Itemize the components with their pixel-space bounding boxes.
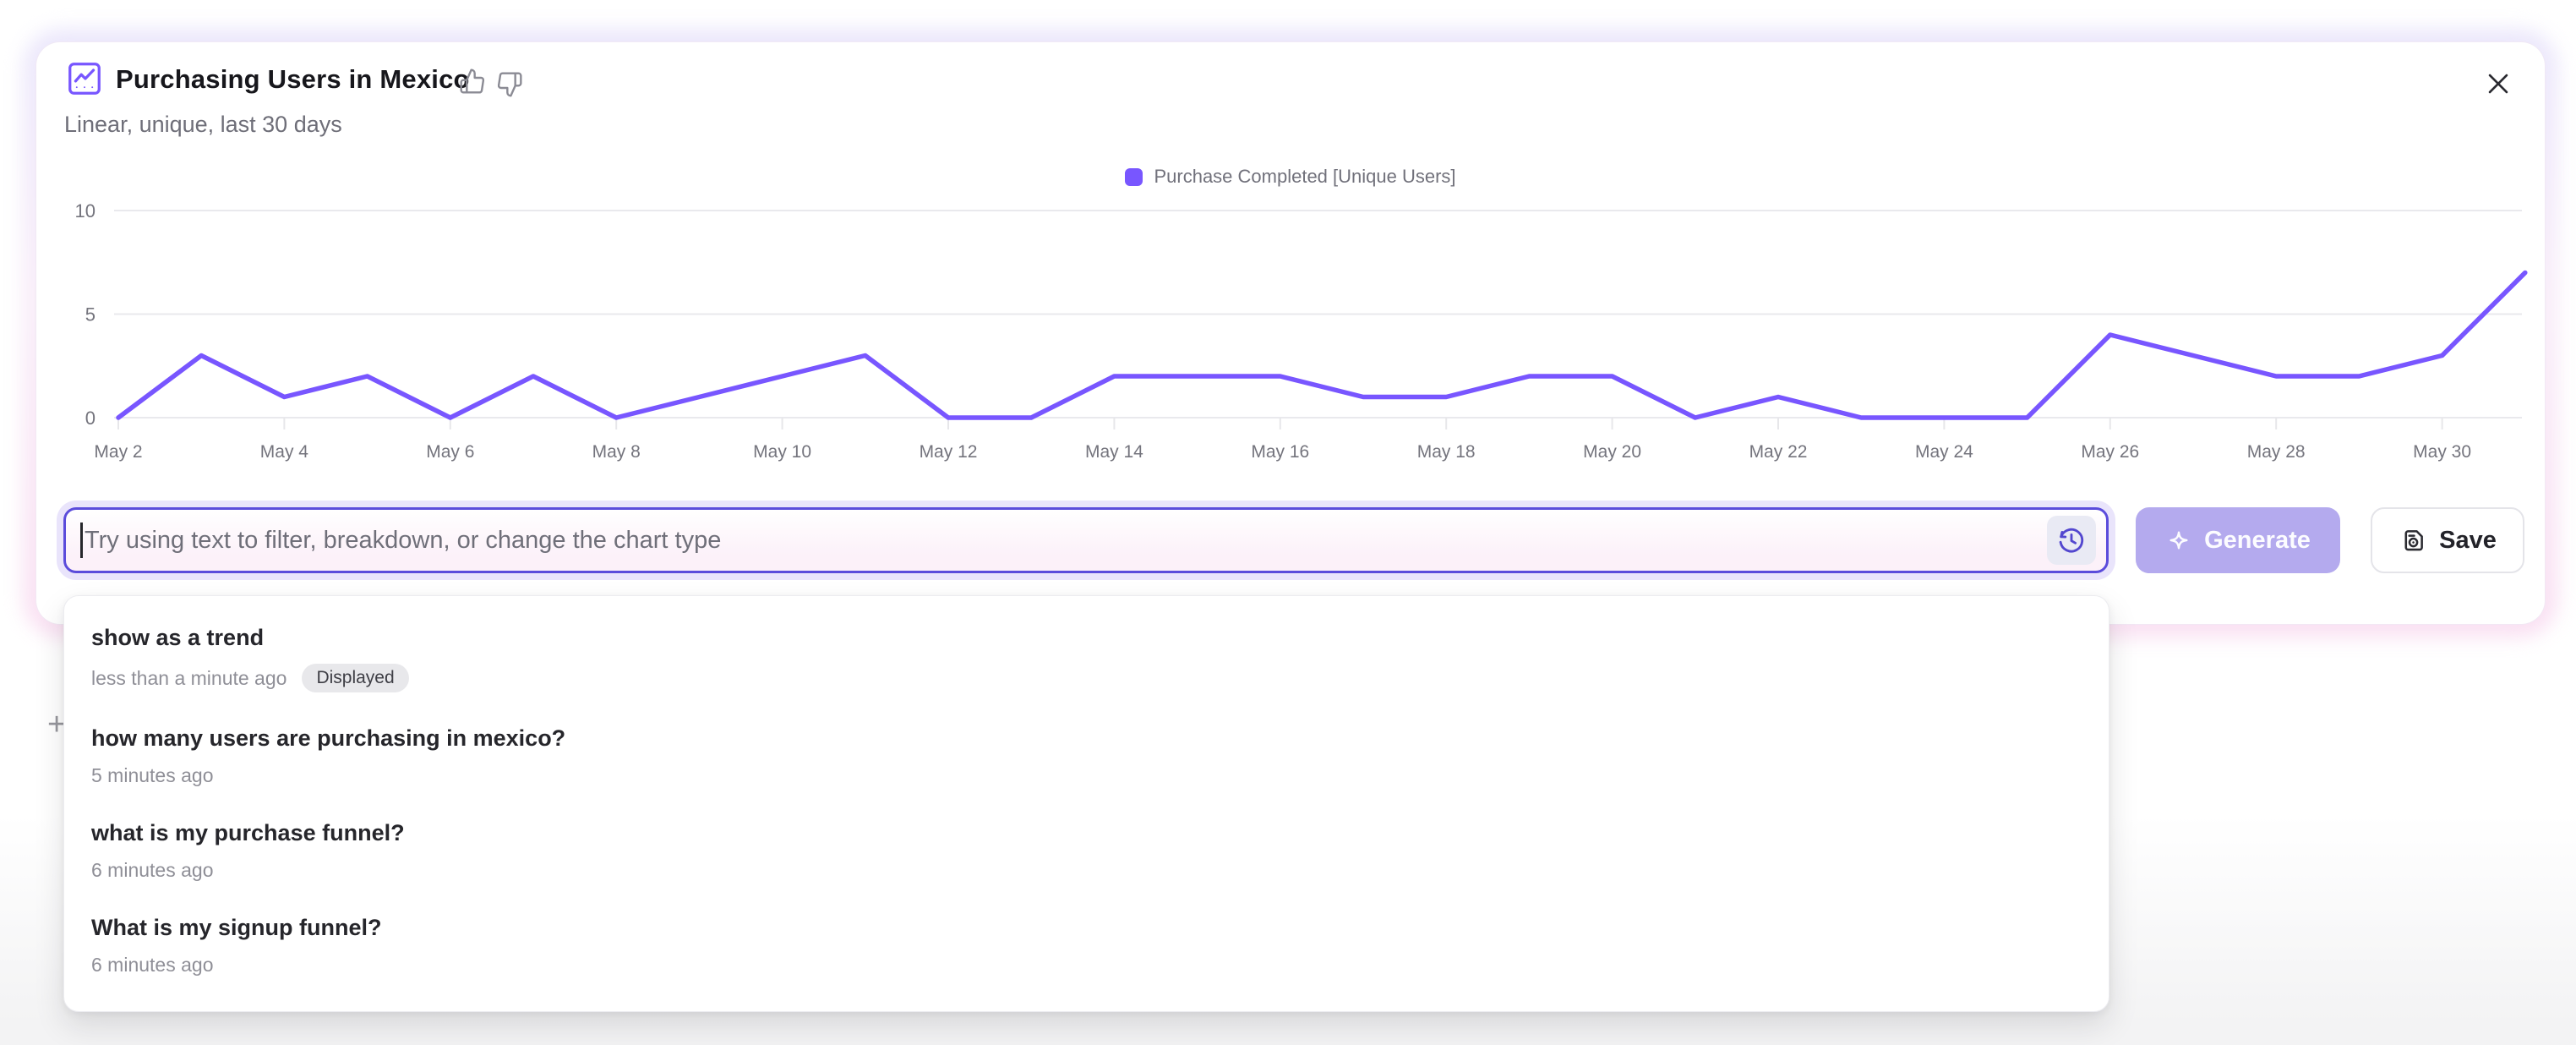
svg-text:May 28: May 28 — [2247, 442, 2306, 462]
save-icon — [2399, 526, 2427, 555]
close-button[interactable] — [2484, 69, 2513, 98]
svg-text:May 30: May 30 — [2413, 442, 2471, 462]
thumbs-up-icon — [459, 68, 486, 95]
page-title: Purchasing Users in Mexico — [116, 64, 470, 95]
history-item-title: what is my purchase funnel? — [91, 820, 2082, 846]
line-chart-icon — [65, 59, 104, 98]
close-icon — [2484, 69, 2513, 98]
thumbs-down-icon — [496, 71, 523, 98]
svg-text:May 18: May 18 — [1417, 442, 1476, 462]
prompt-input[interactable]: Try using text to filter, breakdown, or … — [63, 507, 2109, 573]
svg-text:May 20: May 20 — [1583, 442, 1641, 462]
svg-text:May 4: May 4 — [260, 442, 309, 462]
history-item[interactable]: how many users are purchasing in mexico?… — [64, 710, 2109, 805]
history-button[interactable] — [2047, 516, 2096, 565]
history-item-title: how many users are purchasing in mexico? — [91, 725, 2082, 752]
svg-text:May 6: May 6 — [426, 442, 474, 462]
svg-text:May 14: May 14 — [1085, 442, 1143, 462]
svg-text:May 12: May 12 — [920, 442, 978, 462]
svg-text:May 2: May 2 — [94, 442, 142, 462]
thumbs-up-button[interactable] — [459, 68, 486, 95]
prompt-placeholder: Try using text to filter, breakdown, or … — [85, 527, 721, 555]
chart-card: Purchasing Users in Mexico — [36, 42, 2545, 624]
history-item-time: 6 minutes ago — [91, 954, 213, 977]
chart-legend: Purchase Completed [Unique Users] — [36, 166, 2545, 188]
history-item[interactable]: what is my purchase funnel? 6 minutes ag… — [64, 805, 2109, 900]
svg-text:May 16: May 16 — [1251, 442, 1309, 462]
svg-text:May 22: May 22 — [1749, 442, 1808, 462]
save-label: Save — [2439, 527, 2497, 555]
history-item-title: What is my signup funnel? — [91, 915, 2082, 941]
thumbs-down-button[interactable] — [496, 71, 523, 98]
chart-subtitle: Linear, unique, last 30 days — [64, 112, 342, 138]
svg-text:May 26: May 26 — [2081, 442, 2139, 462]
history-item[interactable]: What is my signup funnel? 6 minutes ago — [64, 900, 2109, 994]
svg-text:May 24: May 24 — [1915, 442, 1973, 462]
displayed-badge: Displayed — [302, 664, 408, 692]
history-item[interactable]: show as a trend less than a minute ago D… — [64, 610, 2109, 710]
legend-label: Purchase Completed [Unique Users] — [1154, 166, 1455, 188]
history-item-time: 6 minutes ago — [91, 859, 213, 882]
svg-text:0: 0 — [85, 408, 96, 429]
history-item-time: less than a minute ago — [91, 667, 287, 690]
text-caret — [80, 522, 83, 558]
svg-text:10: 10 — [75, 200, 96, 222]
generate-label: Generate — [2204, 527, 2311, 555]
history-clock-icon — [2056, 525, 2087, 555]
sparkle-icon — [2165, 527, 2192, 554]
legend-swatch — [1125, 168, 1143, 186]
history-item-time: 5 minutes ago — [91, 764, 213, 787]
svg-text:May 8: May 8 — [592, 442, 641, 462]
history-item-title: show as a trend — [91, 625, 2082, 651]
svg-text:May 10: May 10 — [753, 442, 811, 462]
history-dropdown: show as a trend less than a minute ago D… — [63, 595, 2109, 1012]
generate-button[interactable]: Generate — [2136, 507, 2340, 573]
svg-text:5: 5 — [85, 304, 96, 326]
line-chart: 0 5 10 May 2 May 4 May 6 May 8 May 10 May 12 May … — [36, 190, 2542, 478]
save-button[interactable]: Save — [2371, 507, 2524, 573]
